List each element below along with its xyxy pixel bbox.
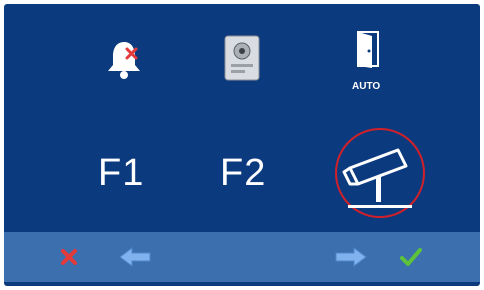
check-icon[interactable] [400,247,422,267]
f2-button[interactable]: F2 [220,152,266,195]
bell-muted-icon[interactable] [104,38,144,82]
f1-button[interactable]: F1 [98,152,144,195]
close-icon[interactable] [60,248,78,266]
arrow-right-icon[interactable] [334,247,368,267]
auto-label: AUTO [352,81,381,92]
selection-underline [348,205,412,208]
arrow-left-icon[interactable] [118,247,152,267]
action-bar [4,232,480,282]
intercom-screen: AUTO F1 F2 [4,4,480,286]
intercom-panel-icon[interactable] [223,34,261,82]
camera-icon[interactable] [338,146,422,204]
